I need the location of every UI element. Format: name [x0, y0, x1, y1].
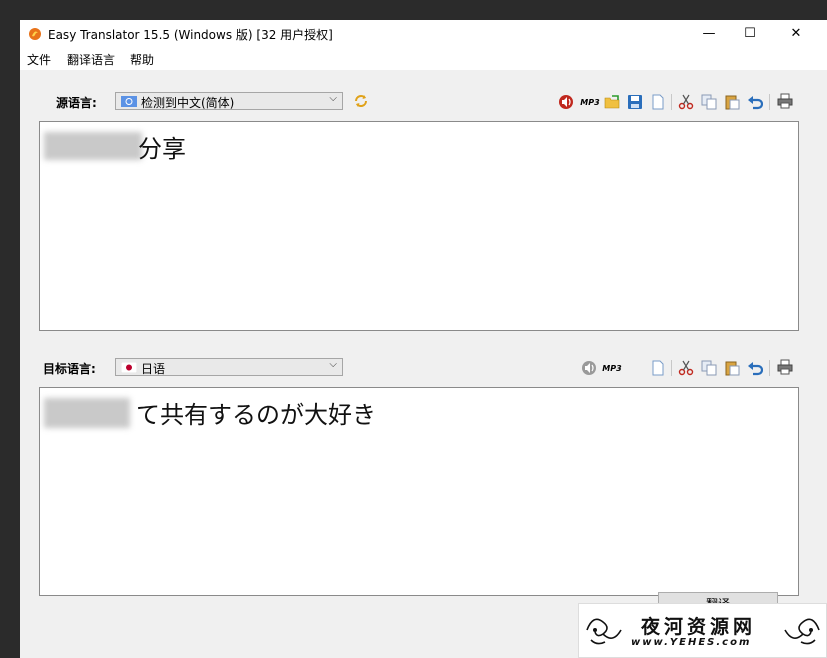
target-text-area[interactable]: て共有するのが大好き	[39, 387, 799, 596]
source-language-value: 检测到中文(简体)	[141, 96, 235, 110]
swap-languages-icon[interactable]	[353, 93, 369, 109]
un-flag-icon	[121, 96, 137, 107]
target-language-select[interactable]: 日语 ⌵	[115, 358, 343, 376]
redacted-text	[44, 398, 130, 428]
toolbar-separator	[671, 94, 672, 110]
minimize-button[interactable]: —	[686, 20, 732, 48]
cut-icon[interactable]	[678, 94, 694, 110]
open-folder-icon[interactable]	[604, 94, 620, 110]
toolbar-separator	[769, 94, 770, 110]
title-bar: Easy Translator 15.5 (Windows 版) [32 用户授…	[20, 20, 827, 48]
japan-flag-icon	[121, 362, 137, 373]
watermark-url: www.YEHES.com	[631, 637, 752, 648]
undo-icon[interactable]	[747, 94, 763, 110]
speaker-icon[interactable]	[558, 94, 574, 110]
app-logo-icon	[29, 28, 41, 40]
paste-icon[interactable]	[724, 94, 740, 110]
target-language-value: 日语	[141, 362, 166, 376]
maximize-button[interactable]: ☐	[727, 20, 773, 48]
target-language-label: 目标语言:	[43, 362, 96, 376]
ornament-left-icon	[586, 618, 622, 645]
copy-icon[interactable]	[701, 94, 717, 110]
source-language-label: 源语言:	[56, 96, 97, 110]
menu-translate-language[interactable]: 翻译语言	[67, 51, 115, 68]
mp3-icon[interactable]: MP3	[579, 94, 601, 110]
new-document-icon[interactable]	[650, 94, 666, 110]
menu-file[interactable]: 文件	[27, 51, 51, 68]
window-title: Easy Translator 15.5 (Windows 版) [32 用户授…	[48, 28, 333, 42]
print-icon[interactable]	[777, 359, 793, 375]
save-icon[interactable]	[627, 94, 643, 110]
redacted-text	[44, 132, 142, 160]
source-text-area[interactable]: 分享	[39, 121, 799, 331]
mp3-icon[interactable]: MP3	[601, 360, 623, 376]
app-window: Easy Translator 15.5 (Windows 版) [32 用户授…	[20, 20, 827, 658]
chevron-down-icon: ⌵	[329, 359, 337, 370]
new-document-icon[interactable]	[650, 360, 666, 376]
chevron-down-icon: ⌵	[329, 93, 337, 104]
source-language-select[interactable]: 检测到中文(简体) ⌵	[115, 92, 343, 110]
print-icon[interactable]	[777, 93, 793, 109]
undo-icon[interactable]	[747, 360, 763, 376]
watermark-title: 夜河资源网	[641, 616, 757, 638]
copy-icon[interactable]	[701, 360, 717, 376]
close-button[interactable]: ✕	[773, 20, 819, 48]
watermark: 夜河资源网 www.YEHES.com	[578, 603, 827, 658]
source-text: 分享	[138, 135, 186, 163]
paste-icon[interactable]	[724, 360, 740, 376]
ornament-right-icon	[784, 618, 820, 645]
toolbar-separator	[671, 360, 672, 376]
target-text: て共有するのが大好き	[136, 401, 376, 429]
toolbar-separator	[769, 360, 770, 376]
menu-help[interactable]: 帮助	[130, 51, 154, 68]
menu-bar: 文件 翻译语言 帮助	[20, 48, 827, 70]
cut-icon[interactable]	[678, 360, 694, 376]
speaker-icon[interactable]	[581, 360, 597, 376]
